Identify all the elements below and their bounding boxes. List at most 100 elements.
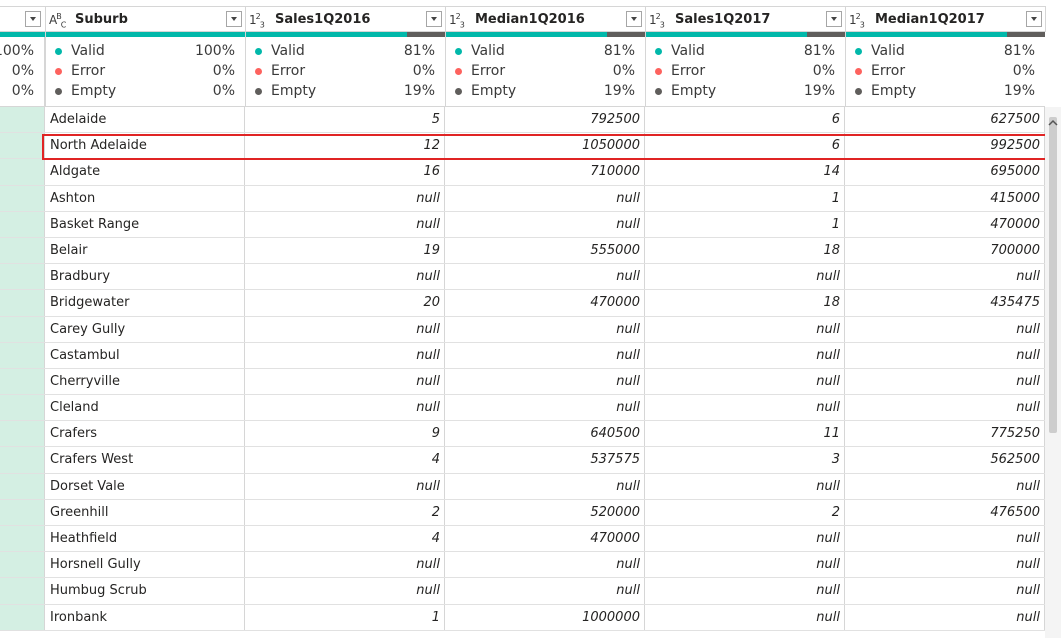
number-type-icon[interactable]: 123 [849, 12, 865, 29]
row-index-cell[interactable] [0, 552, 45, 578]
table-row[interactable]: Horsnell Gully null null null null [0, 552, 1045, 579]
median-2016-cell[interactable]: null [445, 368, 645, 395]
scrollbar-thumb[interactable] [1049, 117, 1057, 433]
median-2017-cell[interactable]: null [845, 552, 1045, 578]
row-index-cell[interactable] [0, 107, 45, 133]
median-2017-cell[interactable]: null [845, 395, 1045, 421]
table-row[interactable]: Adelaide 5 792500 6 627500 [0, 107, 1045, 134]
suburb-cell[interactable]: Dorset Vale [45, 473, 245, 499]
median-2016-cell[interactable]: null [445, 316, 645, 342]
suburb-cell[interactable]: Adelaide [45, 107, 245, 133]
sales-2017-cell[interactable]: null [645, 578, 845, 604]
table-row[interactable]: Greenhill 2 520000 2 476500 [0, 499, 1045, 526]
median-2016-cell[interactable]: 520000 [445, 499, 645, 525]
column-title[interactable]: Median1Q2016 [475, 12, 585, 27]
median-2016-cell[interactable]: 555000 [445, 237, 645, 264]
row-index-cell[interactable] [0, 604, 45, 630]
median-2016-cell[interactable]: 1000000 [445, 604, 645, 630]
median-2016-cell[interactable]: 1050000 [445, 133, 645, 159]
sales-2016-cell[interactable]: null [245, 264, 445, 290]
sales-2016-cell[interactable]: 20 [245, 290, 445, 316]
median-2017-cell[interactable]: null [845, 578, 1045, 604]
column-header[interactable]: 123 Median1Q2017 [845, 6, 1045, 32]
median-2016-cell[interactable]: null [445, 395, 645, 421]
suburb-cell[interactable]: Heathfield [45, 526, 245, 552]
sales-2017-cell[interactable]: 18 [645, 237, 845, 264]
row-index-cell[interactable] [0, 185, 45, 211]
median-2016-cell[interactable]: 470000 [445, 290, 645, 316]
column-filter-dropdown[interactable] [426, 11, 442, 27]
suburb-cell[interactable]: Crafers [45, 421, 245, 447]
sales-2017-cell[interactable]: 11 [645, 421, 845, 447]
row-index-cell[interactable] [0, 499, 45, 525]
suburb-cell[interactable]: Bridgewater [45, 290, 245, 316]
sales-2017-cell[interactable]: 1 [645, 185, 845, 211]
scroll-up-arrow-icon[interactable] [1048, 118, 1058, 128]
median-2017-cell[interactable]: null [845, 316, 1045, 342]
sales-2017-cell[interactable]: 18 [645, 290, 845, 316]
median-2017-cell[interactable]: null [845, 604, 1045, 630]
column-title[interactable]: Median1Q2017 [875, 12, 985, 27]
column-header[interactable]: ABC Suburb [45, 6, 245, 32]
table-row[interactable]: Belair 19 555000 18 700000 [0, 237, 1045, 265]
column-header[interactable]: 123 Sales1Q2017 [645, 6, 845, 32]
table-row[interactable]: Crafers West 4 537575 3 562500 [0, 447, 1045, 474]
row-index-cell[interactable] [0, 395, 45, 421]
median-2017-cell[interactable]: 562500 [845, 447, 1045, 473]
sales-2016-cell[interactable]: 2 [245, 499, 445, 525]
table-row[interactable]: Heathfield 4 470000 null null [0, 526, 1045, 553]
sales-2016-cell[interactable]: 4 [245, 447, 445, 473]
column-filter-dropdown[interactable] [826, 11, 842, 27]
row-index-cell[interactable] [0, 578, 45, 604]
median-2016-cell[interactable]: null [445, 552, 645, 578]
row-index-cell[interactable] [0, 342, 45, 368]
vertical-scrollbar[interactable] [1045, 107, 1061, 638]
row-index-cell[interactable] [0, 473, 45, 499]
sales-2016-cell[interactable]: null [245, 473, 445, 499]
sales-2016-cell[interactable]: null [245, 342, 445, 368]
row-index-cell[interactable] [0, 526, 45, 552]
median-2017-cell[interactable]: 470000 [845, 211, 1045, 237]
suburb-cell[interactable]: Belair [45, 237, 245, 264]
number-type-icon[interactable]: 123 [449, 12, 465, 29]
column-title[interactable]: Sales1Q2016 [275, 12, 370, 27]
sales-2016-cell[interactable]: 16 [245, 159, 445, 185]
median-2017-cell[interactable]: null [845, 473, 1045, 499]
suburb-cell[interactable]: Aldgate [45, 159, 245, 185]
column-header[interactable]: 123 Sales1Q2016 [245, 6, 445, 32]
table-row[interactable]: Aldgate 16 710000 14 695000 [0, 159, 1045, 186]
row-index-cell[interactable] [0, 211, 45, 237]
column-title[interactable]: Suburb [75, 12, 128, 27]
sales-2017-cell[interactable]: 2 [645, 499, 845, 525]
sales-2017-cell[interactable]: 14 [645, 159, 845, 185]
suburb-cell[interactable]: Basket Range [45, 211, 245, 237]
sales-2017-cell[interactable]: 1 [645, 211, 845, 237]
suburb-cell[interactable]: North Adelaide [45, 133, 245, 159]
sales-2017-cell[interactable]: null [645, 473, 845, 499]
median-2017-cell[interactable]: 435475 [845, 290, 1045, 316]
sales-2016-cell[interactable]: null [245, 185, 445, 211]
column-filter-dropdown[interactable] [1026, 11, 1042, 27]
sales-2017-cell[interactable]: null [645, 264, 845, 290]
row-index-cell[interactable] [0, 159, 45, 185]
sales-2016-cell[interactable]: null [245, 578, 445, 604]
sales-2016-cell[interactable]: 12 [245, 133, 445, 159]
sales-2017-cell[interactable]: 3 [645, 447, 845, 473]
median-2017-cell[interactable]: 775250 [845, 421, 1045, 447]
suburb-cell[interactable]: Bradbury [45, 264, 245, 290]
table-row[interactable]: Castambul null null null null [0, 342, 1045, 369]
median-2017-cell[interactable]: 992500 [845, 133, 1045, 159]
median-2016-cell[interactable]: null [445, 578, 645, 604]
median-2016-cell[interactable]: 537575 [445, 447, 645, 473]
row-index-cell[interactable] [0, 290, 45, 316]
column-filter-dropdown[interactable] [626, 11, 642, 27]
median-2016-cell[interactable]: 470000 [445, 526, 645, 552]
sales-2016-cell[interactable]: null [245, 316, 445, 342]
median-2016-cell[interactable]: null [445, 264, 645, 290]
suburb-cell[interactable]: Ashton [45, 185, 245, 211]
table-row[interactable]: Carey Gully null null null null [0, 316, 1045, 343]
row-index-cell[interactable] [0, 447, 45, 473]
median-2017-cell[interactable]: 476500 [845, 499, 1045, 525]
table-row[interactable]: Cleland null null null null [0, 395, 1045, 422]
table-row[interactable]: Crafers 9 640500 11 775250 [0, 421, 1045, 448]
